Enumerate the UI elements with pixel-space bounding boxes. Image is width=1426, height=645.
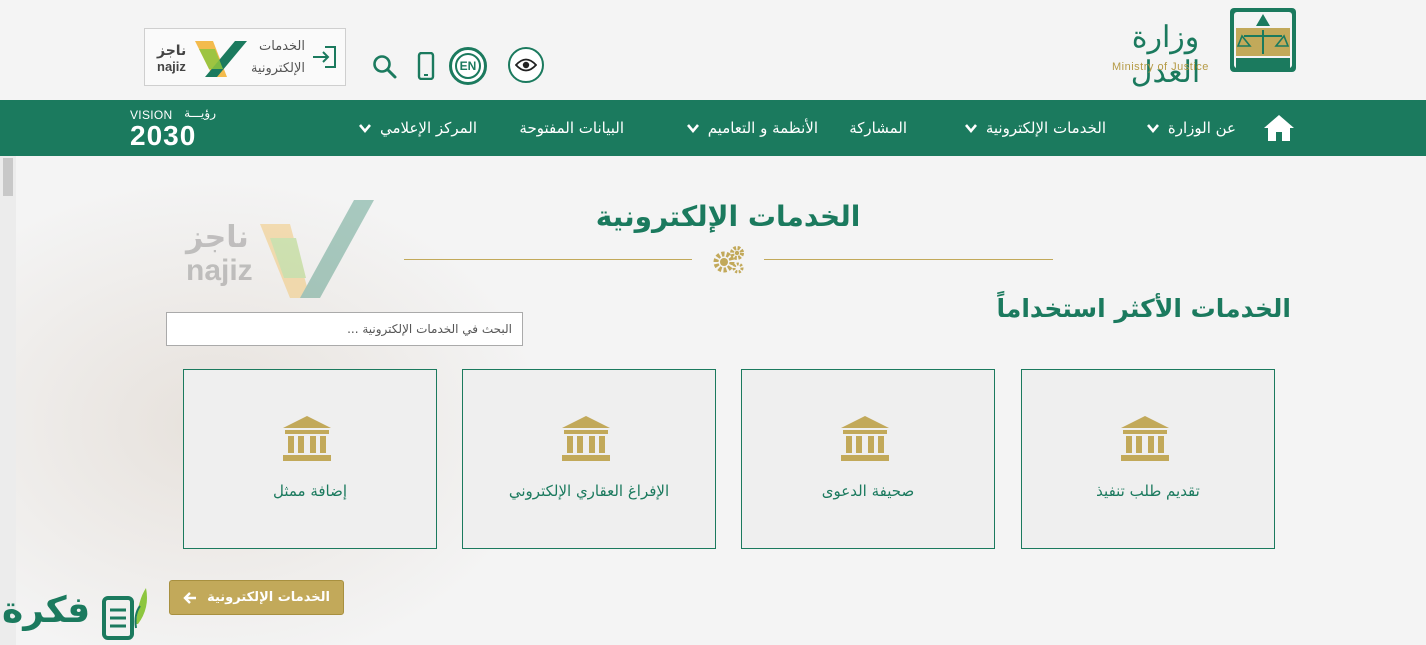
najiz-logo-en: najiz (157, 59, 186, 74)
nav-item-regulations[interactable]: الأنظمة و التعاميم (686, 100, 818, 156)
accessibility-button[interactable] (508, 47, 544, 83)
gears-icon (713, 246, 744, 274)
nav-item-label: البيانات المفتوحة (519, 119, 624, 137)
bank-icon (1121, 416, 1169, 461)
najiz-logo-ar: ناجز (157, 43, 187, 59)
title-divider-right (764, 259, 1053, 260)
eye-icon (515, 58, 537, 72)
nav-item-label: المركز الإعلامي (379, 119, 477, 137)
search-icon[interactable] (372, 54, 398, 80)
enter-icon (313, 46, 336, 68)
page-title: الخدمات الإلكترونية (595, 200, 861, 233)
ministry-name-en: Ministry of Justice (1112, 61, 1209, 73)
nav-item-about[interactable]: عن الوزارة (1146, 100, 1236, 156)
eservices-button-label: الخدمات الإلكترونية (207, 590, 330, 605)
language-toggle-label: EN (455, 53, 481, 79)
bank-icon (841, 416, 889, 461)
najiz-label-line2: الإلكترونية (250, 61, 305, 76)
ministry-emblem-icon (1230, 8, 1296, 72)
main-navbar: VISION رؤيـــة 2030 عن الوزارة الخدمات ا… (0, 100, 1426, 156)
service-card-label: صحيفة الدعوى (821, 482, 915, 500)
chevron-down-icon (358, 124, 371, 134)
nav-item-label: المشاركة (849, 119, 907, 137)
nav-item-open-data[interactable]: البيانات المفتوحة (519, 100, 624, 156)
mobile-icon[interactable] (417, 52, 435, 80)
vision-label-ar: رؤيـــة (184, 106, 216, 120)
vision-2030-logo[interactable]: VISION رؤيـــة 2030 (130, 106, 220, 152)
service-card-label: الإفراغ العقاري الإلكتروني (508, 482, 670, 500)
nav-item-label: الأنظمة و التعاميم (707, 119, 818, 137)
eservices-button[interactable]: الخدمات الإلكترونية (169, 580, 344, 615)
bank-icon (283, 416, 331, 461)
fikra-watermark-logo: فكرة (0, 582, 152, 645)
chevron-down-icon (686, 124, 699, 134)
ministry-name-ar: وزارة العدل (1130, 20, 1201, 90)
top-header: ناجز najiz الخدمات الإلكترونية EN وزارة … (0, 0, 1426, 100)
vision-year: 2030 (130, 120, 197, 151)
title-divider-left (404, 259, 692, 260)
scrollbar-thumb[interactable] (3, 158, 13, 196)
nav-item-label: الخدمات الإلكترونية (985, 119, 1106, 137)
najiz-eservices-link[interactable]: ناجز najiz الخدمات الإلكترونية (144, 28, 346, 86)
arrow-left-icon (183, 591, 197, 604)
service-card-label: تقديم طلب تنفيذ (1096, 482, 1200, 500)
nav-item-participation[interactable]: المشاركة (849, 100, 907, 156)
service-card-label: إضافة ممثل (272, 482, 348, 500)
nav-item-media-center[interactable]: المركز الإعلامي (358, 100, 477, 156)
most-used-services-title: الخدمات الأكثر استخداماً (996, 294, 1291, 323)
service-card-real-estate-transfer[interactable]: الإفراغ العقاري الإلكتروني (462, 369, 716, 549)
fikra-logo-text: فكرة (2, 590, 91, 631)
service-card-execution-request[interactable]: تقديم طلب تنفيذ (1021, 369, 1275, 549)
notebook-leaf-icon (102, 588, 147, 640)
chevron-down-icon (1146, 124, 1159, 134)
home-icon[interactable] (1262, 113, 1296, 143)
language-toggle-button[interactable]: EN (449, 47, 487, 85)
nav-item-label: عن الوزارة (1167, 119, 1236, 137)
services-search-input[interactable] (166, 312, 523, 346)
najiz-watermark-en: najiz (186, 254, 253, 287)
bank-icon (562, 416, 610, 461)
nav-item-eservices[interactable]: الخدمات الإلكترونية (964, 100, 1106, 156)
service-card-lawsuit-sheet[interactable]: صحيفة الدعوى (741, 369, 995, 549)
chevron-down-icon (964, 124, 977, 134)
service-card-add-representative[interactable]: إضافة ممثل (183, 369, 437, 549)
ministry-logo[interactable]: وزارة العدل Ministry of Justice (1108, 6, 1298, 90)
najiz-label-line1: الخدمات (259, 39, 305, 54)
